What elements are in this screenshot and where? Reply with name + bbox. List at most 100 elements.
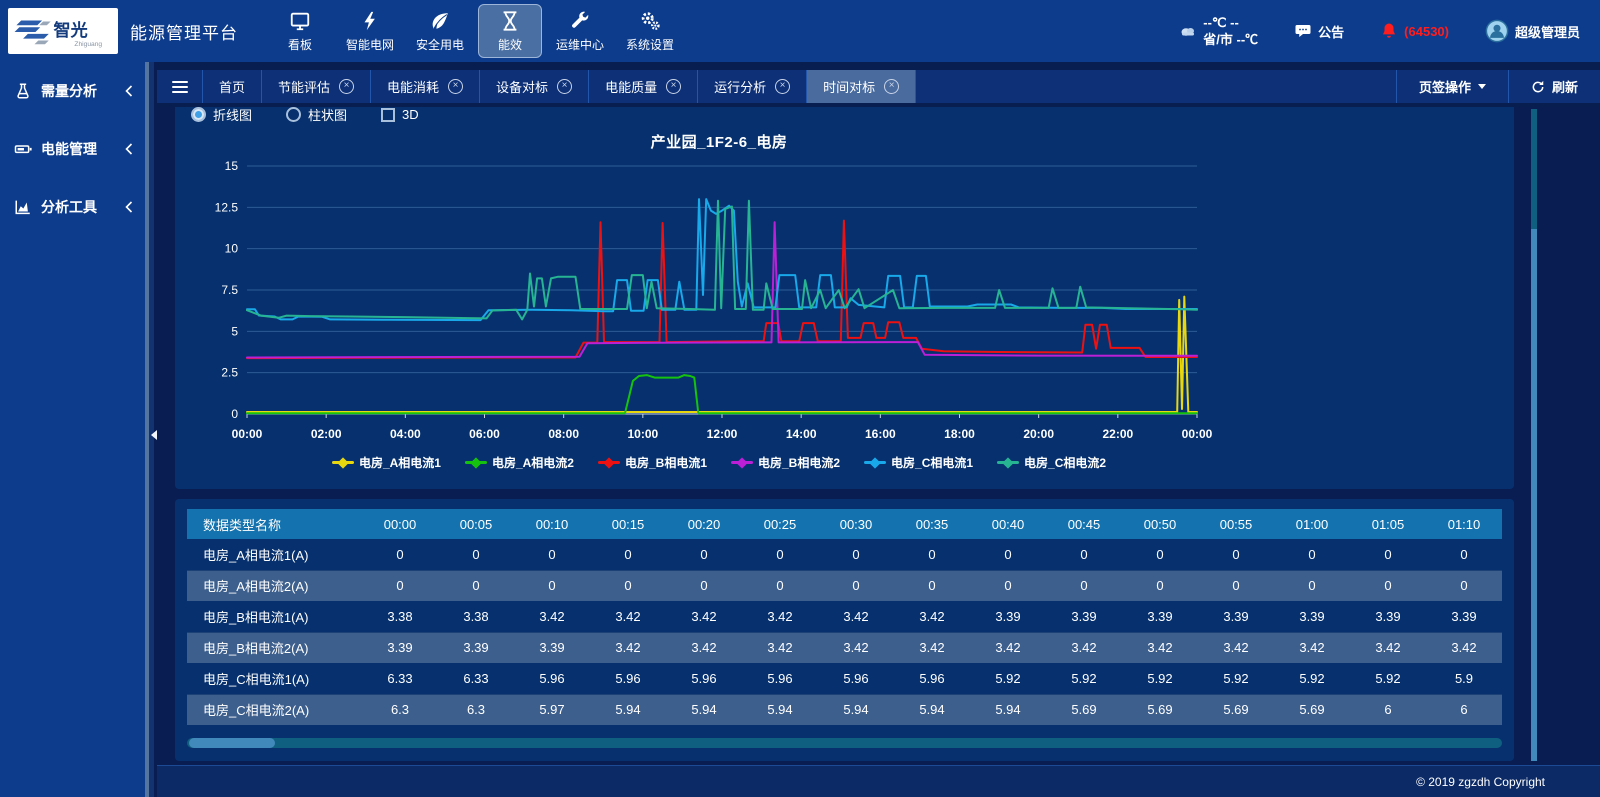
svg-text:08:00: 08:00 xyxy=(548,427,579,441)
tab-设备对标[interactable]: 设备对标× xyxy=(480,70,589,103)
value-cell: 0 xyxy=(1426,539,1502,570)
tab-运行分析[interactable]: 运行分析× xyxy=(698,70,807,103)
table-row: 电房_C相电流1(A)6.336.335.965.965.965.965.965… xyxy=(187,663,1502,694)
tab-节能评估[interactable]: 节能评估× xyxy=(262,70,371,103)
close-icon[interactable]: × xyxy=(448,79,463,94)
bar-chart-radio[interactable]: 柱状图 xyxy=(286,107,347,124)
bell-icon xyxy=(1380,22,1398,40)
nav-item-leaf[interactable]: 安全用电 xyxy=(408,4,472,58)
tab-时间对标[interactable]: 时间对标× xyxy=(807,70,916,103)
svg-text:5: 5 xyxy=(231,324,238,338)
weather-widget: --℃ -- 省/市 --℃ xyxy=(1179,14,1258,48)
legend-item-电房_A相电流2[interactable]: 电房_A相电流2 xyxy=(465,454,574,471)
sidebar-collapse-handle[interactable] xyxy=(146,430,157,440)
copyright-text: © 2019 zgzdh Copyright xyxy=(1416,775,1545,789)
horizontal-scrollbar-thumb[interactable] xyxy=(189,738,275,748)
value-cell: 6 xyxy=(1350,694,1426,725)
table-header-cell: 00:20 xyxy=(666,509,742,539)
value-cell: 0 xyxy=(742,539,818,570)
legend-item-电房_B相电流1[interactable]: 电房_B相电流1 xyxy=(598,454,707,471)
legend-label: 电房_B相电流1 xyxy=(625,454,707,471)
svg-text:04:00: 04:00 xyxy=(390,427,421,441)
sidebar-item-battery[interactable]: 电能管理 xyxy=(0,120,145,178)
chart-type-controls: 折线图 柱状图 3D xyxy=(175,107,1514,124)
nav-item-wrench[interactable]: 运维中心 xyxy=(548,4,612,58)
value-cell: 0 xyxy=(590,539,666,570)
value-cell: 3.38 xyxy=(438,601,514,632)
svg-text:0: 0 xyxy=(231,407,238,421)
legend-label: 电房_B相电流2 xyxy=(758,454,840,471)
notice-button[interactable]: 公告 xyxy=(1294,22,1344,41)
wrench-icon xyxy=(569,10,591,32)
chart-title: 产业园_1F2-6_电房 xyxy=(199,131,1239,152)
legend-label: 电房_C相电流2 xyxy=(1024,454,1106,471)
brand-logo[interactable]: 智光 Zhiguang xyxy=(8,8,118,54)
close-icon[interactable]: × xyxy=(775,79,790,94)
nav-item-monitor[interactable]: 看板 xyxy=(268,4,332,58)
tab-电能质量[interactable]: 电能质量× xyxy=(589,70,698,103)
value-cell: 3.42 xyxy=(666,601,742,632)
legend-item-电房_C相电流1[interactable]: 电房_C相电流1 xyxy=(864,454,973,471)
legend-item-电房_B相电流2[interactable]: 电房_B相电流2 xyxy=(731,454,840,471)
table-row: 电房_C相电流2(A)6.36.35.975.945.945.945.945.9… xyxy=(187,694,1502,725)
nav-item-gear[interactable]: 系统设置 xyxy=(618,4,682,58)
page-title: 能源管理平台 xyxy=(130,19,238,44)
vertical-scrollbar-thumb[interactable] xyxy=(1531,229,1537,761)
sidebar-item-flask[interactable]: 需量分析 xyxy=(0,62,145,120)
close-icon[interactable]: × xyxy=(339,79,354,94)
value-cell: 3.42 xyxy=(590,601,666,632)
legend-marker-icon xyxy=(465,458,487,468)
close-icon[interactable]: × xyxy=(557,79,572,94)
nav-item-label: 智能电网 xyxy=(346,36,394,53)
table-header-cell: 00:05 xyxy=(438,509,514,539)
value-cell: 0 xyxy=(1046,539,1122,570)
user-menu[interactable]: 超级管理员 xyxy=(1485,19,1580,43)
weather-city: 省/市 --℃ xyxy=(1203,31,1258,48)
value-cell: 3.39 xyxy=(362,632,438,663)
bar-chart-radio-label: 柱状图 xyxy=(308,107,347,124)
svg-text:7.5: 7.5 xyxy=(221,283,238,297)
avatar xyxy=(1485,19,1509,43)
nav-item-bolt[interactable]: 智能电网 xyxy=(338,4,402,58)
close-icon[interactable]: × xyxy=(884,79,899,94)
tab-menu-button[interactable] xyxy=(157,70,203,103)
refresh-button[interactable]: 刷新 xyxy=(1508,70,1600,103)
threed-checkbox[interactable]: 3D xyxy=(381,107,419,122)
svg-text:22:00: 22:00 xyxy=(1102,427,1133,441)
line-chart-radio[interactable]: 折线图 xyxy=(191,107,252,124)
value-cell: 5.94 xyxy=(742,694,818,725)
line-chart[interactable]: 02.557.51012.51500:0002:0004:0006:0008:0… xyxy=(199,154,1239,446)
value-cell: 6.3 xyxy=(362,694,438,725)
value-cell: 5.96 xyxy=(666,663,742,694)
sidebar-splitter xyxy=(145,62,157,797)
legend-marker-icon xyxy=(598,458,620,468)
svg-text:16:00: 16:00 xyxy=(865,427,896,441)
value-cell: 0 xyxy=(818,539,894,570)
chart-legend: 电房_A相电流1 电房_A相电流2 电房_B相电流1 电房_B相电流2 电房_C相电流1… xyxy=(199,454,1239,471)
cloud-icon xyxy=(1179,22,1197,40)
value-cell: 0 xyxy=(1426,570,1502,601)
value-cell: 0 xyxy=(1350,570,1426,601)
tab-operations-dropdown[interactable]: 页签操作 xyxy=(1396,70,1508,103)
tab-电能消耗[interactable]: 电能消耗× xyxy=(371,70,480,103)
row-label: 电房_C相电流1(A) xyxy=(187,663,362,694)
alarm-button[interactable]: (64530) xyxy=(1380,22,1449,40)
value-cell: 3.39 xyxy=(514,632,590,663)
sidebar-item-area-chart[interactable]: 分析工具 xyxy=(0,178,145,236)
value-cell: 0 xyxy=(1198,570,1274,601)
value-cell: 0 xyxy=(1350,539,1426,570)
table-row: 电房_B相电流1(A)3.383.383.423.423.423.423.423… xyxy=(187,601,1502,632)
nav-item-hourglass[interactable]: 能效 xyxy=(478,4,542,58)
close-icon[interactable]: × xyxy=(666,79,681,94)
legend-item-电房_C相电流2[interactable]: 电房_C相电流2 xyxy=(997,454,1106,471)
top-navbar: 智光 Zhiguang 能源管理平台 看板智能电网安全用电能效运维中心系统设置 … xyxy=(0,0,1600,62)
legend-item-电房_A相电流1[interactable]: 电房_A相电流1 xyxy=(332,454,441,471)
value-cell: 3.39 xyxy=(970,601,1046,632)
table-header-cell: 00:30 xyxy=(818,509,894,539)
gear-icon xyxy=(639,10,661,32)
nav-item-label: 看板 xyxy=(288,36,312,53)
value-cell: 5.69 xyxy=(1198,694,1274,725)
tab-首页[interactable]: 首页 xyxy=(203,70,262,103)
value-cell: 3.42 xyxy=(970,632,1046,663)
value-cell: 3.42 xyxy=(666,632,742,663)
